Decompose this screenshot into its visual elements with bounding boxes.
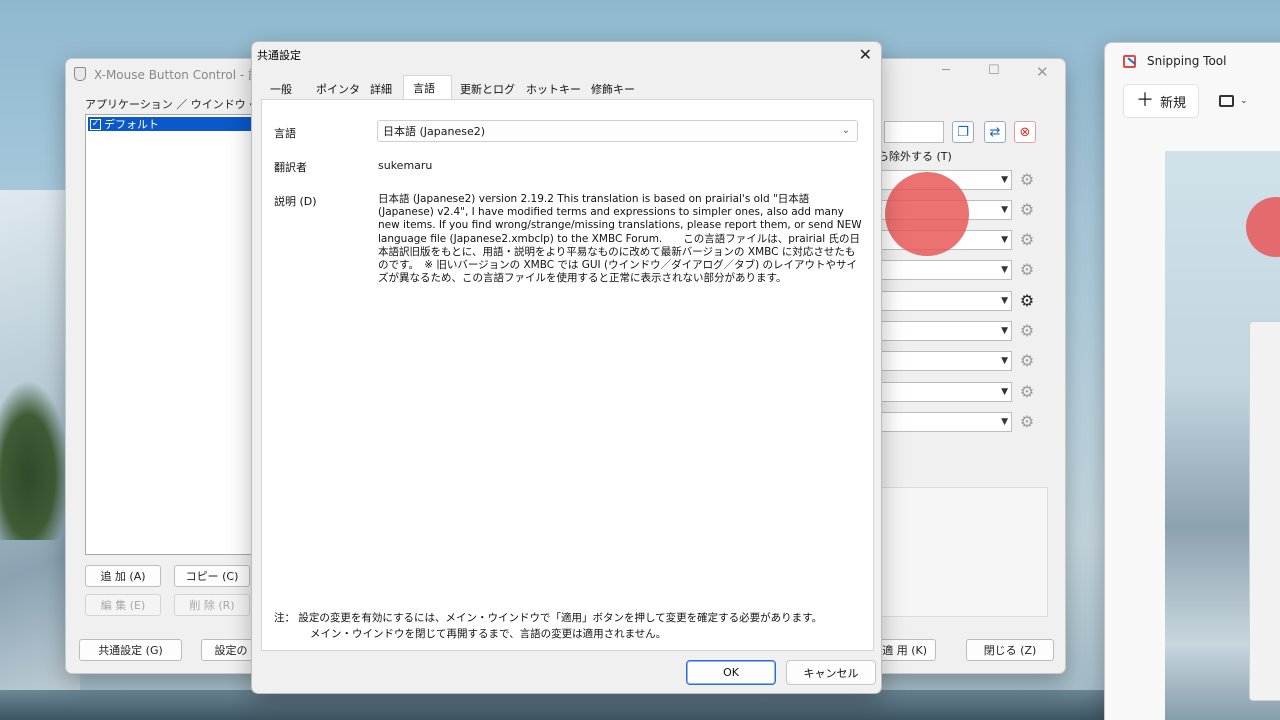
restart-note: 注： 設定の変更を有効にするには、メイン・ウインドウで「適用」ボタンを押して変更… — [274, 610, 864, 642]
tab-updates-logs[interactable]: 更新とログ — [452, 77, 519, 99]
snip-title: Snipping Tool — [1147, 54, 1227, 68]
chevron-down-icon: ⌄ — [1240, 96, 1248, 106]
remove-icon[interactable]: ⊗ — [1014, 121, 1036, 143]
button-action-select-7[interactable]: ▼ — [878, 351, 1012, 371]
button-action-select-5[interactable]: ▼ — [878, 291, 1012, 311]
cursor-indicator — [885, 172, 969, 256]
common-settings-button[interactable]: 共通設定 (G) — [79, 639, 182, 661]
description-text: 日本語 (Japanese2) version 2.19.2 This tran… — [378, 193, 862, 285]
gear-icon[interactable]: ⚙ — [1018, 171, 1036, 189]
edit-button[interactable]: 編 集 (E) — [85, 594, 161, 616]
snipping-tool-window: Snipping Tool ＋ 新規 ⌄ — [1104, 42, 1280, 720]
dialog-titlebar[interactable]: 共通設定 — [252, 42, 881, 68]
gear-icon[interactable]: ⚙ — [1018, 231, 1036, 249]
copy-profile-icon[interactable]: ❐ — [952, 121, 974, 143]
exclude-label: ら除外する (T) — [878, 150, 952, 163]
tab-modifier-keys[interactable]: 修飾キー — [585, 77, 639, 99]
maximize-icon[interactable]: ☐ — [988, 63, 1000, 78]
gear-icon[interactable]: ⚙ — [1018, 201, 1036, 219]
wallpaper-water — [0, 690, 1280, 720]
note-line-2: メイン・ウインドウを閉じて再開するまで、言語の変更は適用されません。 — [310, 628, 667, 640]
app-list[interactable]: ✓ デフォルト — [85, 114, 255, 555]
wallpaper-trees — [0, 380, 70, 540]
ok-button[interactable]: OK — [686, 660, 776, 685]
snip-mode-dropdown[interactable]: ⌄ — [1219, 92, 1259, 110]
gear-icon[interactable]: ⚙ — [1018, 261, 1036, 279]
description-label: 説明 (D) — [274, 195, 317, 208]
button-action-select-4[interactable]: ▼ — [878, 260, 1012, 280]
checkbox-icon[interactable]: ✓ — [90, 118, 101, 130]
gear-icon[interactable]: ⚙ — [1018, 383, 1036, 401]
common-settings-dialog: 共通設定 ✕ 一般 ポインタ 詳細 言語 更新とログ ホットキー 修飾キー 言語… — [251, 41, 882, 694]
button-action-select-6[interactable]: ▼ — [878, 321, 1012, 341]
list-item-label: デフォルト — [104, 118, 159, 131]
gear-icon[interactable]: ⚙ — [1018, 352, 1036, 370]
add-button[interactable]: 追 加 (A) — [85, 565, 161, 587]
tab-pointer[interactable]: ポインタ — [301, 77, 366, 99]
cancel-button[interactable]: キャンセル — [786, 660, 876, 685]
close-button[interactable]: 閉じる (Z) — [966, 639, 1054, 661]
minimize-icon[interactable]: ─ — [942, 63, 950, 78]
language-label: 言語 — [274, 127, 296, 140]
close-icon[interactable]: ✕ — [1036, 63, 1049, 81]
translator-label: 翻訳者 — [274, 161, 307, 174]
dialog-title: 共通設定 — [257, 49, 301, 62]
snip-titlebar[interactable]: Snipping Tool — [1105, 43, 1280, 79]
tab-language[interactable]: 言語 — [403, 75, 452, 100]
language-tab-panel: 言語 日本語 (Japanese2) ⌄ 翻訳者 sukemaru 説明 (D)… — [261, 99, 874, 651]
info-panel — [878, 487, 1048, 617]
swap-icon[interactable]: ⇄ — [984, 121, 1006, 143]
tab-hotkeys[interactable]: ホットキー — [519, 77, 585, 99]
mouse-icon — [74, 67, 86, 81]
xmbc-title: X-Mouse Button Control - 設 — [94, 67, 261, 82]
list-item[interactable]: ✓ デフォルト — [88, 117, 252, 131]
gear-icon[interactable]: ⚙ — [1018, 322, 1036, 340]
tab-advanced[interactable]: 詳細 — [366, 77, 403, 99]
settings-tabs: 一般 ポインタ 詳細 言語 更新とログ ホットキー 修飾キー — [261, 75, 639, 100]
delete-button[interactable]: 削 除 (R) — [174, 594, 250, 616]
close-icon[interactable]: ✕ — [859, 45, 872, 64]
new-snip-label: 新規 — [1159, 95, 1186, 111]
snipping-tool-icon — [1121, 53, 1137, 69]
translator-value: sukemaru — [378, 159, 433, 172]
tab-general[interactable]: 一般 — [261, 77, 301, 99]
rectangle-icon — [1219, 95, 1234, 107]
language-select[interactable]: 日本語 (Japanese2) ⌄ — [377, 120, 858, 142]
new-snip-button[interactable]: ＋ 新規 — [1123, 84, 1199, 118]
button-action-select-8[interactable]: ▼ — [878, 382, 1012, 402]
snip-preview-window — [1249, 321, 1280, 701]
gear-icon[interactable]: ⚙ — [1018, 413, 1036, 431]
gear-icon[interactable]: ⚙ — [1018, 292, 1036, 310]
plus-icon: ＋ — [1135, 90, 1154, 111]
language-select-value: 日本語 (Japanese2) — [383, 125, 486, 138]
button-action-select-9[interactable]: ▼ — [878, 412, 1012, 432]
note-line-1: 注： 設定の変更を有効にするには、メイン・ウインドウで「適用」ボタンを押して変更… — [274, 612, 823, 624]
chevron-down-icon: ⌄ — [841, 125, 850, 136]
copy-button[interactable]: コピー (C) — [174, 565, 250, 587]
app-filter-field[interactable] — [884, 121, 944, 143]
